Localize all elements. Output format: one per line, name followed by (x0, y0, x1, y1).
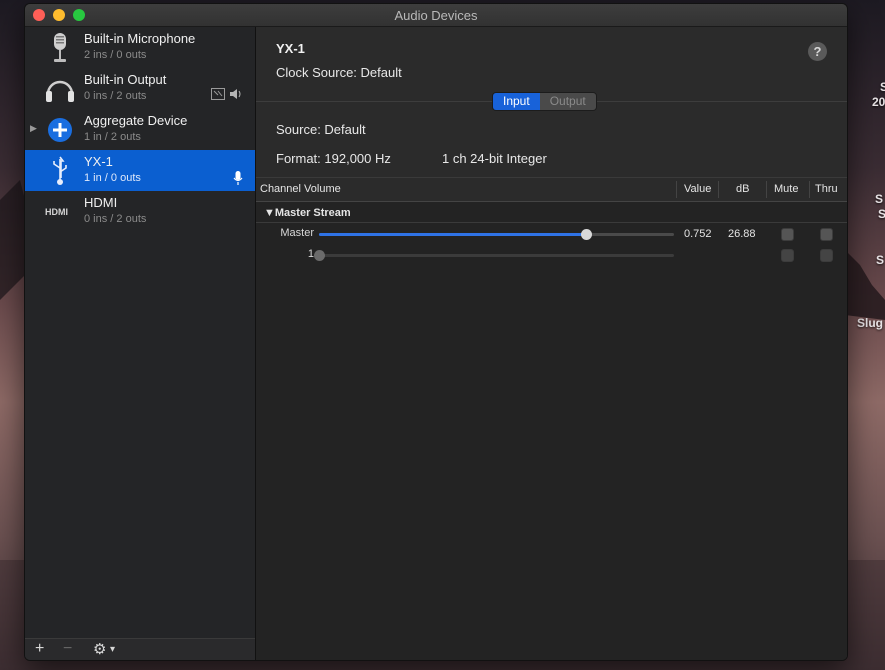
device-name: Aggregate Device (84, 113, 188, 128)
headphones-icon (46, 80, 74, 102)
finder-output-icon (211, 88, 225, 100)
master-stream-group[interactable]: ▼Master Stream (264, 207, 351, 219)
slider-knob[interactable] (581, 229, 592, 240)
mute-checkbox[interactable] (781, 228, 794, 241)
format-field[interactable]: Format: 192,000 Hz (276, 151, 391, 166)
column-header-thru[interactable]: Thru (815, 183, 838, 195)
thru-checkbox[interactable] (820, 228, 833, 241)
device-name: Built-in Microphone (84, 31, 196, 46)
remove-device-button[interactable]: − (63, 640, 72, 658)
tab-output[interactable]: Output (539, 93, 596, 110)
volume-db: 26.88 (728, 228, 756, 240)
disclosure-triangle-icon[interactable]: ▶ (30, 123, 37, 134)
device-item-hdmi[interactable]: HDMI HDMI 0 ins / 2 outs (25, 191, 255, 232)
master-volume-slider[interactable] (319, 229, 674, 240)
desktop-label: S (878, 207, 885, 221)
table-header: Channel Volume Value dB Mute Thru (256, 178, 847, 202)
input-microphone-icon (233, 171, 243, 185)
slider-fill (319, 233, 586, 236)
device-list[interactable]: Built-in Microphone 2 ins / 0 outs Built… (25, 27, 256, 660)
gear-icon[interactable]: ⚙ (93, 640, 106, 658)
add-device-button[interactable]: + (35, 640, 44, 658)
mute-checkbox[interactable] (781, 249, 794, 262)
thru-checkbox[interactable] (820, 249, 833, 262)
source-field[interactable]: Source: Default (276, 122, 366, 137)
tab-input[interactable]: Input (493, 93, 540, 110)
slider-knob[interactable] (314, 250, 325, 261)
device-title: YX-1 (276, 41, 305, 56)
divider (256, 222, 847, 223)
desktop-label: S (875, 192, 884, 206)
microphone-icon (54, 33, 66, 62)
column-divider (718, 181, 719, 198)
help-button[interactable]: ? (808, 42, 827, 61)
column-divider (809, 181, 810, 198)
device-detail-pane: YX-1 Clock Source: Default ? Input Outpu… (256, 27, 847, 660)
audio-devices-window: Audio Devices Built-in Microphone 2 ins … (24, 3, 848, 661)
device-channels: 1 in / 0 outs (84, 172, 141, 184)
column-header-channel-volume[interactable]: Channel Volume (260, 183, 341, 195)
sidebar-toolbar: + − ⚙ ▾ (25, 638, 255, 660)
device-item-built-in-microphone[interactable]: Built-in Microphone 2 ins / 0 outs (25, 27, 255, 68)
device-channels: 0 ins / 2 outs (84, 213, 147, 225)
device-name: YX-1 (84, 154, 113, 169)
device-channels: 0 ins / 2 outs (84, 90, 147, 102)
usb-icon (53, 156, 67, 185)
chevron-down-icon[interactable]: ▾ (110, 644, 115, 655)
desktop-label: 20 (872, 95, 885, 109)
column-header-value[interactable]: Value (684, 183, 711, 195)
desktop-label: Slug (857, 316, 883, 330)
device-item-yx-1[interactable]: YX-1 1 in / 0 outs (25, 150, 255, 191)
svg-text:HDMI: HDMI (45, 207, 68, 217)
channel-label: Master (280, 227, 314, 239)
channel-volume-table: Channel Volume Value dB Mute Thru ▼Maste… (256, 177, 847, 660)
device-name: HDMI (84, 195, 118, 210)
column-divider (766, 181, 767, 198)
device-item-built-in-output[interactable]: Built-in Output 0 ins / 2 outs (25, 68, 255, 109)
input-output-segmented-control[interactable]: Input Output (492, 92, 597, 111)
clock-source[interactable]: Clock Source: Default (276, 65, 402, 80)
window-title: Audio Devices (394, 8, 478, 23)
channel-label: 1 (307, 248, 314, 260)
hdmi-icon: HDMI (45, 207, 68, 217)
channel-1-volume-slider[interactable] (314, 250, 674, 261)
device-channels: 2 ins / 0 outs (84, 49, 147, 61)
device-channels: 1 in / 2 outs (84, 131, 141, 143)
column-header-mute[interactable]: Mute (774, 183, 798, 195)
desktop-label: S (876, 253, 885, 267)
column-header-db[interactable]: dB (736, 183, 749, 195)
speaker-icon (230, 89, 241, 99)
aggregate-plus-icon (48, 118, 72, 142)
title-bar[interactable]: Audio Devices (25, 4, 847, 27)
volume-value: 0.752 (684, 228, 712, 240)
desktop-label: S (880, 80, 885, 94)
format-detail[interactable]: 1 ch 24-bit Integer (442, 151, 547, 166)
device-item-aggregate-device[interactable]: ▶ Aggregate Device 1 in / 2 outs (25, 109, 255, 150)
column-divider (676, 181, 677, 198)
device-name: Built-in Output (84, 72, 167, 87)
